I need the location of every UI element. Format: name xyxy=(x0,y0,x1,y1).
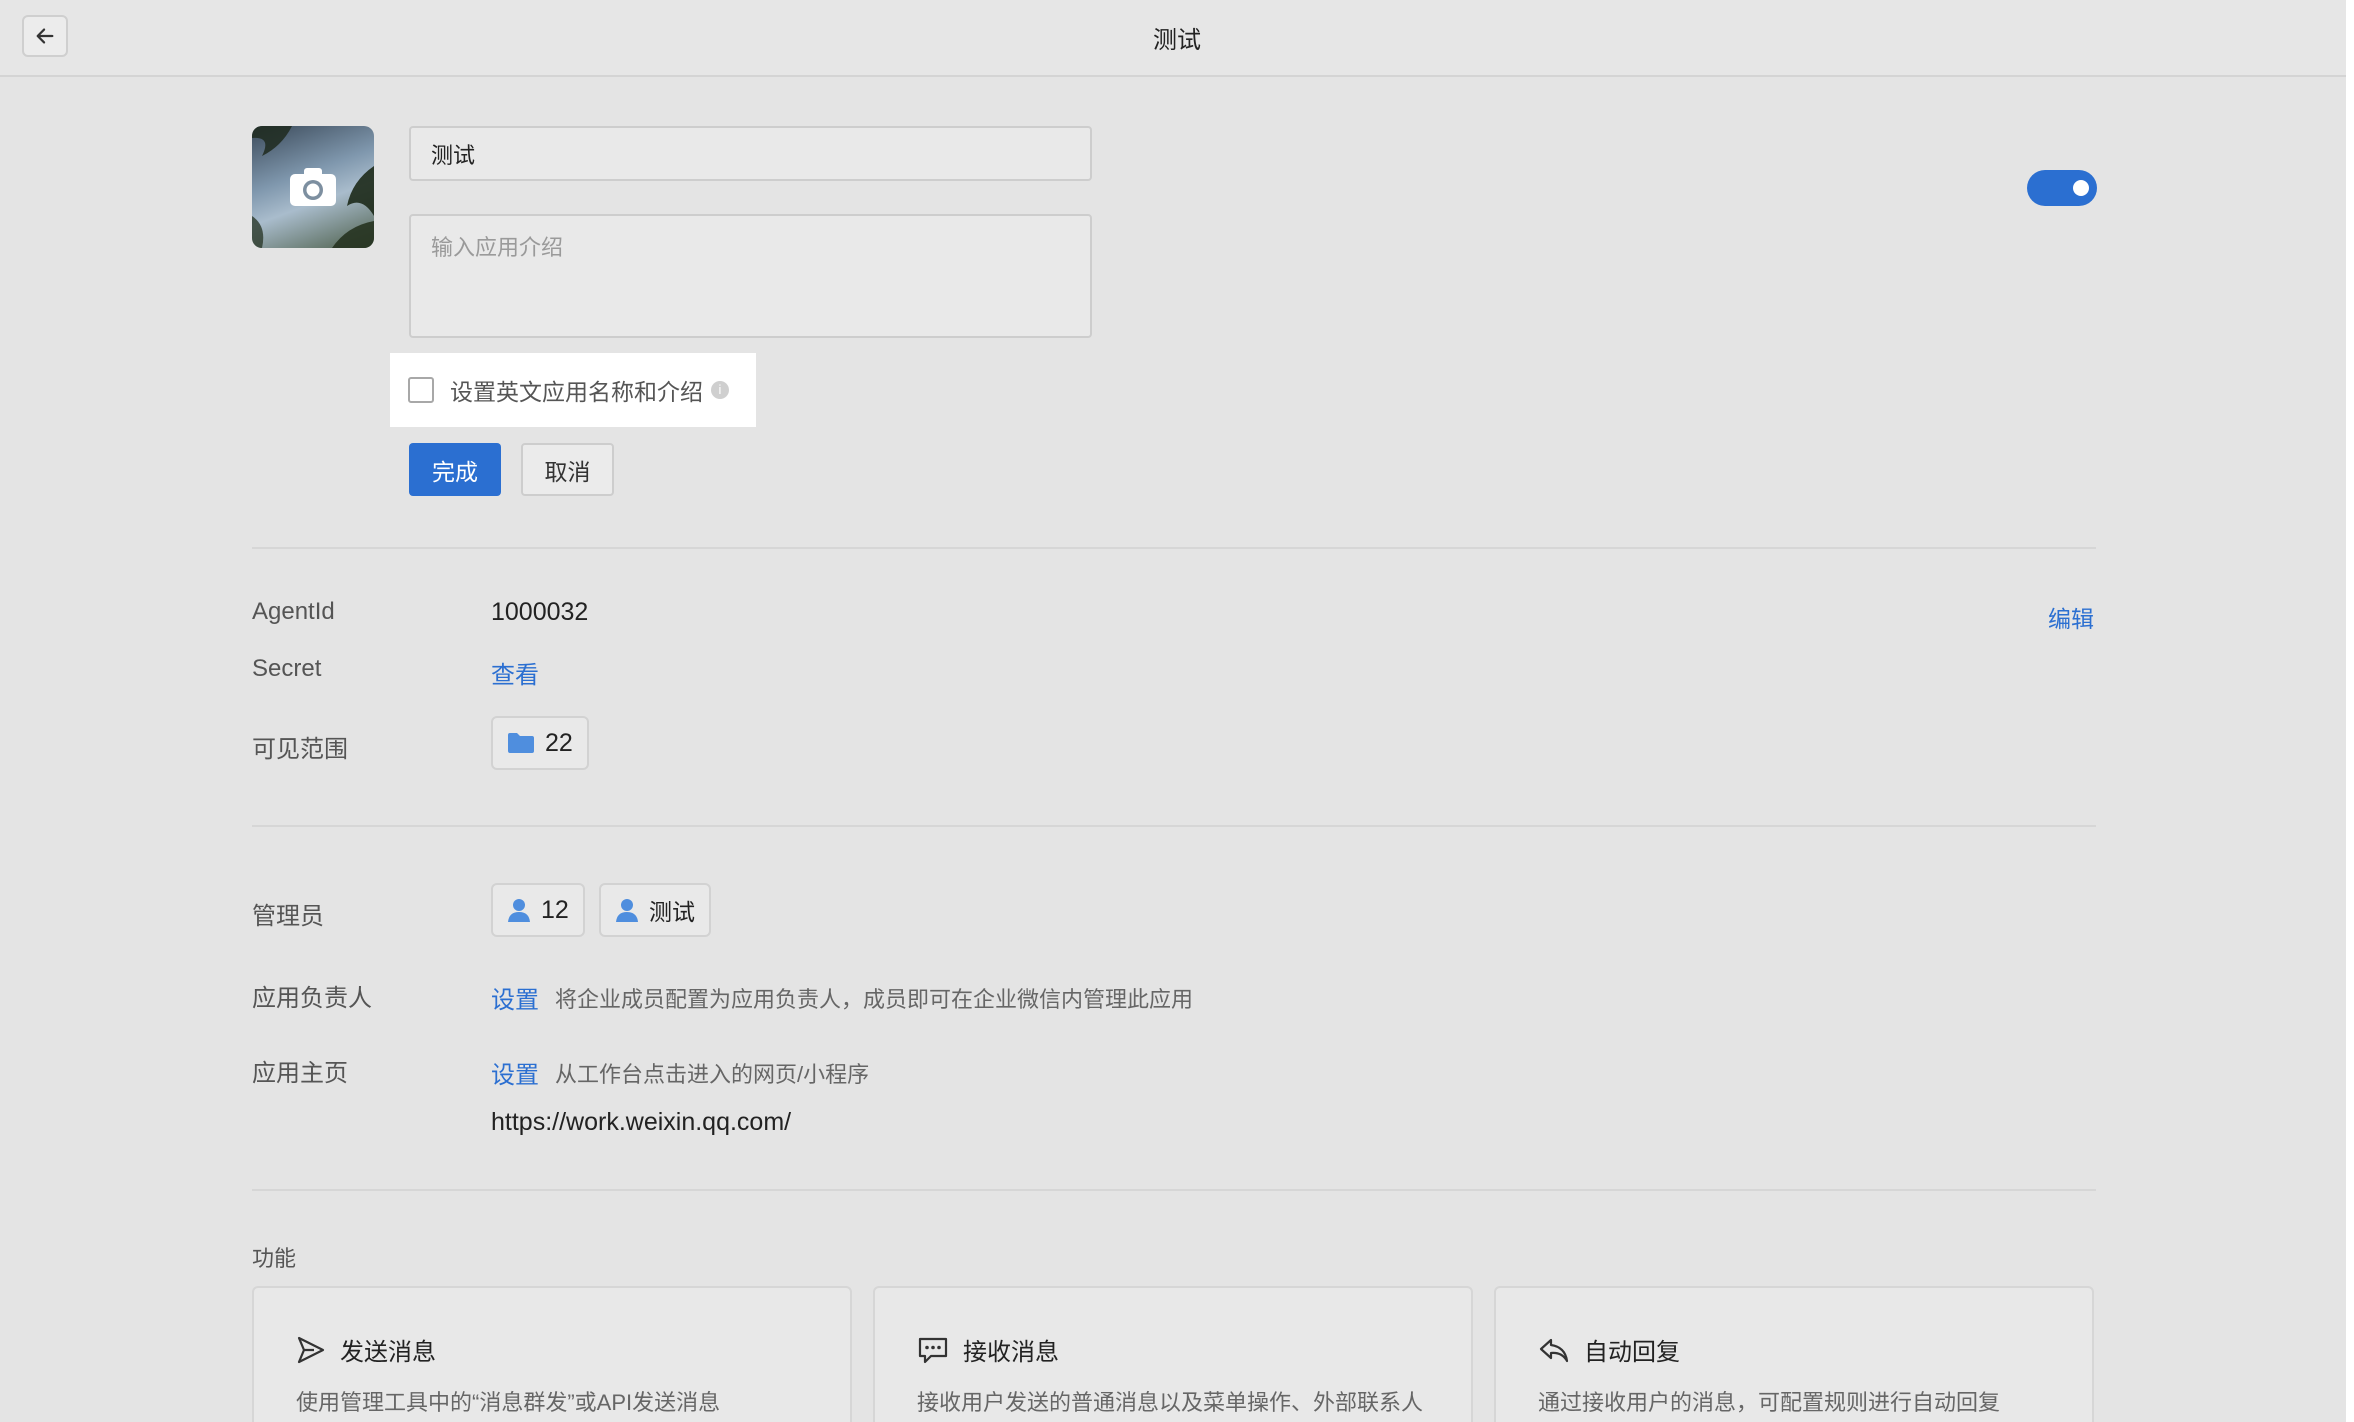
set-owner-link[interactable]: 设置 xyxy=(491,980,539,1015)
chat-icon xyxy=(918,1337,948,1363)
set-homepage-link[interactable]: 设置 xyxy=(491,1055,539,1090)
title-bar: 测试 xyxy=(0,0,2354,77)
secret-label: Secret xyxy=(252,655,322,682)
features-title: 功能 xyxy=(252,1246,297,1271)
agentid-label: AgentId xyxy=(252,598,335,625)
feature-card-auto-reply[interactable]: 自动回复 通过接收用户的消息，可配置规则进行自动回复 xyxy=(1494,1286,2094,1422)
visibility-scope-label: 可见范围 xyxy=(252,736,348,763)
admin-chip[interactable]: 测试 xyxy=(599,883,711,937)
app-avatar-upload[interactable] xyxy=(252,126,374,248)
english-name-checkbox[interactable] xyxy=(408,377,434,403)
camera-icon xyxy=(290,168,336,206)
toggle-knob xyxy=(2073,180,2089,196)
feature-card-send-message[interactable]: 发送消息 使用管理工具中的“消息群发”或API发送消息 xyxy=(252,1286,852,1422)
app-owner-label: 应用负责人 xyxy=(252,985,372,1012)
edit-link[interactable]: 编辑 xyxy=(2048,600,2094,634)
agentid-value: 1000032 xyxy=(491,598,589,626)
folder-icon xyxy=(508,733,534,753)
feature-card-receive-message[interactable]: 接收消息 接收用户发送的普通消息以及菜单操作、外部联系人 xyxy=(873,1286,1473,1422)
feature-title: 发送消息 xyxy=(340,1339,436,1366)
homepage-url: https://work.weixin.qq.com/ xyxy=(491,1108,792,1136)
feature-card-head: 接收消息 xyxy=(917,1332,1059,1367)
homepage-row: 设置 从工作台点击进入的网页/小程序 xyxy=(491,1055,869,1090)
admin-name: 12 xyxy=(541,895,569,924)
feature-card-head: 自动回复 xyxy=(1538,1332,1680,1367)
english-name-label: 设置英文应用名称和介绍 xyxy=(450,379,703,405)
app-owner-row: 设置 将企业成员配置为应用负责人，成员即可在企业微信内管理此应用 xyxy=(491,980,1193,1015)
cancel-button[interactable]: 取消 xyxy=(521,443,614,496)
feature-title: 自动回复 xyxy=(1584,1339,1680,1366)
page-title: 测试 xyxy=(1153,27,1201,54)
feature-title: 接收消息 xyxy=(963,1339,1059,1366)
english-name-option: 设置英文应用名称和介绍 i xyxy=(390,353,756,427)
app-description-input[interactable] xyxy=(409,214,1092,338)
done-button[interactable]: 完成 xyxy=(409,443,501,496)
divider xyxy=(252,1189,2096,1191)
view-secret-link[interactable]: 查看 xyxy=(491,655,539,690)
app-enable-toggle[interactable] xyxy=(2027,170,2097,206)
user-icon xyxy=(616,899,638,922)
info-icon[interactable]: i xyxy=(711,381,729,399)
feature-desc: 接收用户发送的普通消息以及菜单操作、外部联系人 xyxy=(917,1390,1424,1415)
reply-icon xyxy=(1539,1338,1569,1362)
send-icon xyxy=(297,1336,325,1363)
app-name-input[interactable] xyxy=(409,126,1092,181)
admin-chip[interactable]: 12 xyxy=(491,883,585,937)
divider xyxy=(252,547,2096,549)
feature-card-head: 发送消息 xyxy=(296,1332,436,1367)
divider xyxy=(252,825,2096,827)
homepage-label: 应用主页 xyxy=(252,1060,348,1087)
homepage-hint: 从工作台点击进入的网页/小程序 xyxy=(555,1061,870,1087)
owner-hint: 将企业成员配置为应用负责人，成员即可在企业微信内管理此应用 xyxy=(555,986,1194,1012)
feature-desc: 通过接收用户的消息，可配置规则进行自动回复 xyxy=(1538,1390,2001,1415)
admins-label: 管理员 xyxy=(252,903,324,930)
scope-count: 22 xyxy=(545,728,573,757)
feature-desc: 使用管理工具中的“消息群发”或API发送消息 xyxy=(296,1390,721,1415)
scrollbar[interactable] xyxy=(2346,0,2354,1422)
user-icon xyxy=(508,899,530,922)
admin-name: 测试 xyxy=(649,899,695,925)
visibility-scope-chip[interactable]: 22 xyxy=(491,716,589,770)
